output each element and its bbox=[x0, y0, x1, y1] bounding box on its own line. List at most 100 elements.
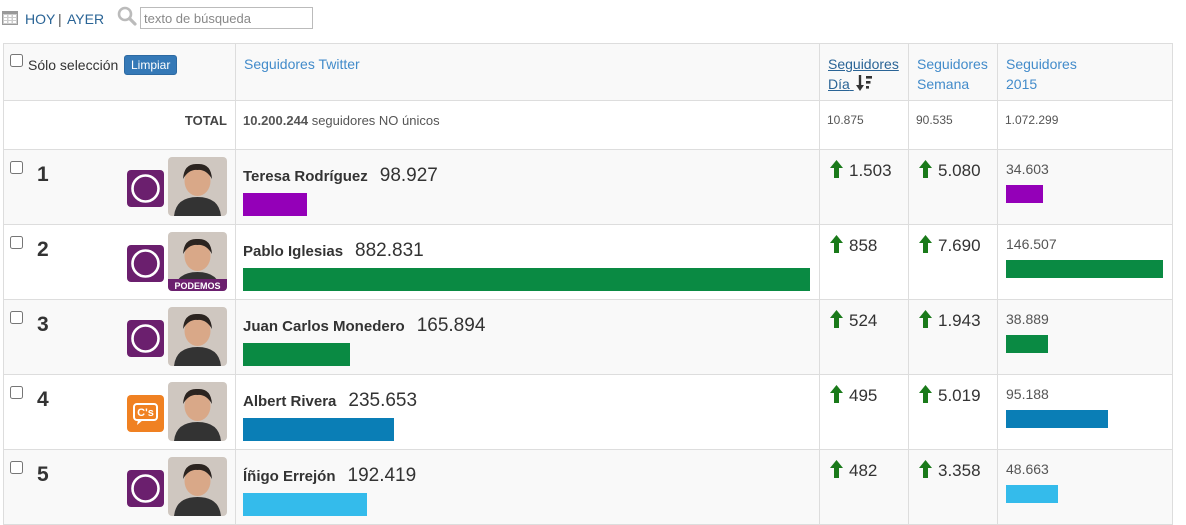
total-followers-suffix: seguidores NO únicos bbox=[311, 113, 440, 128]
year-bar bbox=[1006, 185, 1043, 203]
row-checkbox[interactable] bbox=[10, 311, 23, 324]
up-arrow-icon bbox=[830, 235, 843, 253]
ciudadanos-logo-icon: C's bbox=[127, 395, 164, 432]
twitter-followers-cell: Juan Carlos Monedero 165.894 bbox=[235, 299, 820, 375]
avatar: PODEMOS bbox=[168, 232, 227, 291]
year-bar bbox=[1006, 485, 1058, 503]
week-cell: 5.019 bbox=[908, 374, 998, 450]
yesterday-link[interactable]: AYER bbox=[67, 11, 104, 27]
select-header: Sólo selección Limpiar bbox=[3, 43, 236, 101]
year-value: 95.188 bbox=[1006, 386, 1049, 402]
day-value: 858 bbox=[849, 236, 878, 255]
week-followers-sort[interactable]: Seguidores Semana bbox=[909, 44, 997, 94]
total-followers: 10.200.244 bbox=[243, 113, 309, 128]
up-arrow-icon bbox=[919, 310, 932, 328]
total-week: 90.535 bbox=[908, 100, 998, 150]
day-cell: 524 bbox=[819, 299, 909, 375]
search-icon bbox=[117, 6, 137, 26]
year-value: 38.889 bbox=[1006, 311, 1049, 327]
up-arrow-icon bbox=[830, 385, 843, 403]
podemos-logo-icon bbox=[127, 170, 164, 207]
day-cell: 1.503 bbox=[819, 149, 909, 225]
avatar bbox=[168, 307, 227, 366]
year-followers-sort[interactable]: Seguidores 2015 bbox=[998, 44, 1172, 94]
sort-descending-icon bbox=[855, 75, 872, 91]
table-row[interactable]: 3 Juan Carlos Monedero 165.894 524 1.943 38.8… bbox=[3, 299, 1173, 375]
day-value: 1.503 bbox=[849, 161, 892, 180]
rank-number: 4 bbox=[37, 388, 49, 411]
week-value: 7.690 bbox=[938, 236, 981, 255]
twitter-followers-cell: Teresa Rodríguez 98.927 bbox=[235, 149, 820, 225]
row-select-cell: 2 PODEMOS bbox=[3, 224, 236, 300]
follower-count: 882.831 bbox=[355, 240, 424, 261]
select-only-label: Sólo selección bbox=[28, 57, 119, 73]
follower-bar bbox=[243, 493, 367, 516]
today-link[interactable]: HOY bbox=[25, 11, 55, 27]
year-value: 146.507 bbox=[1006, 236, 1057, 252]
podemos-logo-icon bbox=[127, 320, 164, 357]
nav-separator: | bbox=[58, 11, 62, 27]
total-row: TOTAL 10.200.244 seguidores NO únicos 10… bbox=[3, 100, 1173, 150]
table-row[interactable]: 1 Teresa Rodríguez 98.927 1.503 5.080 34.603 bbox=[3, 149, 1173, 225]
row-checkbox[interactable] bbox=[10, 161, 23, 174]
table-row[interactable]: 2 PODEMOS Pablo Iglesias 882.831 858 7.690 146… bbox=[3, 224, 1173, 300]
twitter-header: Seguidores Twitter bbox=[235, 43, 820, 101]
follower-bar bbox=[243, 193, 307, 216]
avatar bbox=[168, 382, 227, 441]
week-header-line2: Semana bbox=[917, 76, 970, 92]
total-2015: 1.072.299 bbox=[997, 100, 1173, 150]
twitter-followers-cell: Pablo Iglesias 882.831 bbox=[235, 224, 820, 300]
year-cell: 34.603 bbox=[997, 149, 1173, 225]
twitter-followers-sort[interactable]: Seguidores Twitter bbox=[236, 44, 819, 74]
up-arrow-icon bbox=[919, 160, 932, 178]
day-cell: 495 bbox=[819, 374, 909, 450]
year-cell: 48.663 bbox=[997, 449, 1173, 525]
person-name-line: Albert Rivera 235.653 bbox=[243, 390, 417, 412]
follower-count: 192.419 bbox=[347, 465, 417, 486]
row-checkbox[interactable] bbox=[10, 461, 23, 474]
twitter-followers-cell: Albert Rivera 235.653 bbox=[235, 374, 820, 450]
person-name-line: Teresa Rodríguez 98.927 bbox=[243, 165, 438, 187]
rank-number: 5 bbox=[37, 463, 49, 486]
clear-button[interactable]: Limpiar bbox=[124, 55, 178, 75]
row-checkbox[interactable] bbox=[10, 386, 23, 399]
day-cell: 858 bbox=[819, 224, 909, 300]
rank-number: 2 bbox=[37, 238, 49, 261]
week-header-line1: Seguidores bbox=[917, 56, 988, 72]
up-arrow-icon bbox=[919, 385, 932, 403]
twitter-followers-cell: Íñigo Errejón 192.419 bbox=[235, 449, 820, 525]
day-value: 524 bbox=[849, 311, 878, 330]
ranking-table: Sólo selección Limpiar Seguidores Twitte… bbox=[3, 43, 1173, 525]
up-arrow-icon bbox=[830, 460, 843, 478]
search-input[interactable] bbox=[140, 7, 313, 29]
week-cell: 5.080 bbox=[908, 149, 998, 225]
year-bar bbox=[1006, 410, 1108, 428]
podemos-logo-icon bbox=[127, 470, 164, 507]
up-arrow-icon bbox=[830, 310, 843, 328]
table-row[interactable]: 5 Íñigo Errejón 192.419 482 3.358 48.663 bbox=[3, 449, 1173, 525]
day-value: 482 bbox=[849, 461, 878, 480]
select-only-checkbox[interactable] bbox=[10, 54, 23, 67]
follower-bar bbox=[243, 418, 394, 441]
week-value: 5.080 bbox=[938, 161, 981, 180]
person-name[interactable]: Juan Carlos Monedero bbox=[243, 318, 405, 335]
ranking-rows: 1 Teresa Rodríguez 98.927 1.503 5.080 34.603 2… bbox=[3, 149, 1173, 525]
person-name[interactable]: Albert Rivera bbox=[243, 393, 336, 410]
calendar-icon[interactable] bbox=[1, 9, 19, 26]
year-bar bbox=[1006, 335, 1048, 353]
row-checkbox[interactable] bbox=[10, 236, 23, 249]
day-header: Seguidores Día bbox=[819, 43, 909, 101]
table-row[interactable]: 4 C's Albert Rivera 235.653 495 5.019 95.188 bbox=[3, 374, 1173, 450]
person-name-line: Pablo Iglesias 882.831 bbox=[243, 240, 424, 262]
year-cell: 38.889 bbox=[997, 299, 1173, 375]
week-value: 3.358 bbox=[938, 461, 981, 480]
total-label: TOTAL bbox=[3, 100, 236, 150]
year-cell: 95.188 bbox=[997, 374, 1173, 450]
day-header-line2: Día bbox=[828, 76, 850, 92]
day-followers-sort[interactable]: Seguidores Día bbox=[820, 44, 908, 94]
person-name[interactable]: Teresa Rodríguez bbox=[243, 168, 368, 185]
podemos-logo-icon bbox=[127, 245, 164, 282]
person-name[interactable]: Íñigo Errejón bbox=[243, 468, 336, 485]
follower-bar bbox=[243, 343, 350, 366]
person-name[interactable]: Pablo Iglesias bbox=[243, 243, 343, 260]
